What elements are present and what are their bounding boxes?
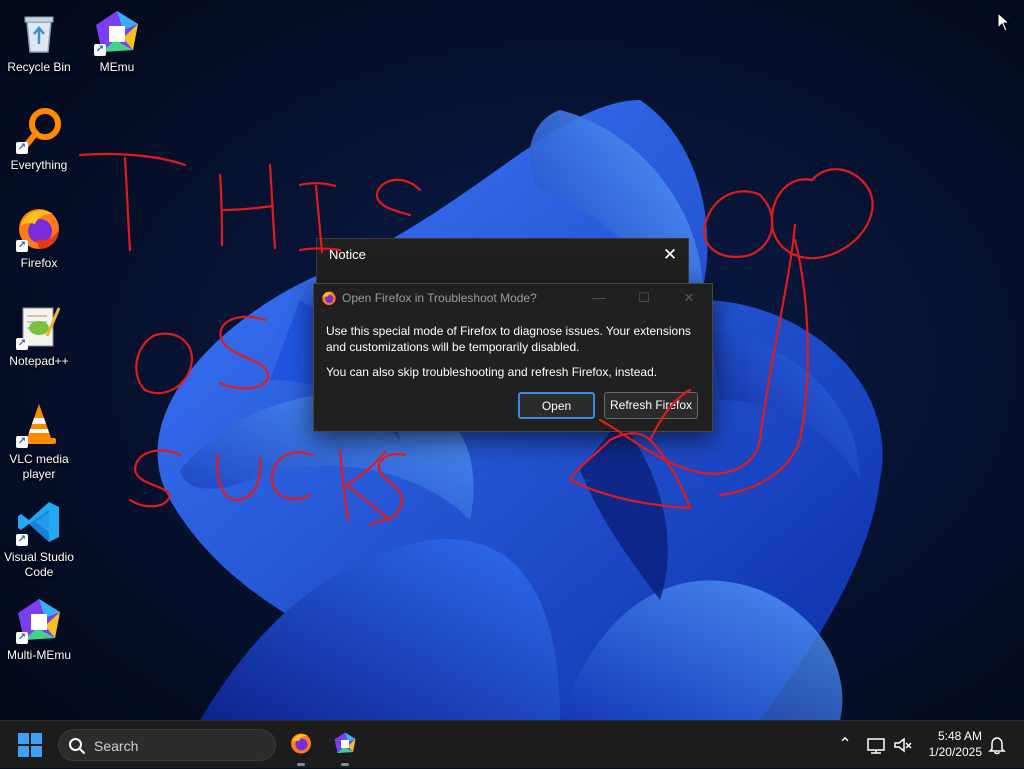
desktop-icon-label: Recycle Bin — [7, 60, 71, 74]
firefox-troubleshoot-dialog: Open Firefox in Troubleshoot Mode? — ☐ ✕… — [313, 283, 713, 432]
taskbar-clock[interactable]: 5:48 AM 1/20/2025 — [918, 728, 982, 760]
maximize-button[interactable]: ☐ — [629, 287, 659, 309]
desktop-icon-label: MEmu — [99, 60, 135, 74]
shortcut-arrow-icon: ↗ — [16, 240, 28, 252]
taskbar-app-firefox[interactable] — [281, 729, 321, 769]
search-icon — [69, 738, 85, 754]
start-button[interactable] — [18, 733, 42, 757]
taskbar-app-memu[interactable] — [325, 729, 365, 769]
firefox-icon — [291, 733, 311, 754]
show-hidden-icons-chevron[interactable]: ⌃ — [833, 733, 857, 757]
clock-time: 5:48 AM — [937, 729, 982, 743]
desktop-icon-everything[interactable]: ↗ Everything — [0, 106, 78, 173]
shortcut-arrow-icon: ↗ — [16, 632, 28, 644]
desktop-icon-firefox[interactable]: ↗ Firefox — [0, 204, 78, 271]
dialog-message-secondary: You can also skip troubleshooting and re… — [326, 365, 658, 379]
recycle-bin-icon — [24, 16, 54, 53]
mouse-cursor-icon — [997, 12, 1011, 32]
shortcut-arrow-icon: ↗ — [16, 534, 28, 546]
minimize-button[interactable]: — — [584, 287, 614, 309]
taskbar-search[interactable]: Search — [58, 729, 276, 761]
bell-icon[interactable] — [987, 733, 1007, 757]
desktop-icon-label: Notepad++ — [9, 354, 69, 368]
desktop-icon-vscode[interactable]: ↗ Visual Studio Code — [0, 498, 78, 580]
running-indicator — [297, 763, 305, 766]
close-button[interactable]: ✕ — [674, 287, 704, 309]
notice-close-button[interactable]: ✕ — [658, 243, 682, 267]
taskbar: Search ⌃ 5:48 AM 1/20/2025 — [0, 720, 1024, 768]
network-icon[interactable] — [866, 733, 888, 757]
memu-icon — [334, 732, 356, 753]
desktop-icon-memu[interactable]: ↗ MEmu — [78, 8, 156, 75]
desktop-icon-label: Visual Studio Code — [4, 550, 74, 579]
running-indicator — [341, 763, 349, 766]
clock-date: 1/20/2025 — [928, 745, 982, 759]
refresh-firefox-button[interactable]: Refresh Firefox — [604, 392, 698, 419]
desktop-icon-multi-memu[interactable]: ↗ Multi-MEmu — [0, 596, 78, 663]
shortcut-arrow-icon: ↗ — [94, 44, 106, 56]
firefox-icon — [322, 291, 336, 305]
dialog-titlebar[interactable]: Open Firefox in Troubleshoot Mode? — ☐ ✕ — [314, 284, 712, 312]
open-button[interactable]: Open — [518, 392, 595, 419]
desktop-icon-vlc[interactable]: ↗ VLC media player — [0, 400, 78, 482]
desktop-icon-notepad-plus-plus[interactable]: ↗ Notepad++ — [0, 302, 78, 369]
dialog-title: Open Firefox in Troubleshoot Mode? — [342, 291, 537, 305]
shortcut-arrow-icon: ↗ — [16, 338, 28, 350]
desktop-icon-recycle-bin[interactable]: Recycle Bin — [0, 8, 78, 75]
desktop-icon-label: VLC media player — [9, 452, 69, 481]
notice-dialog: Notice ✕ — [316, 238, 689, 288]
shortcut-arrow-icon: ↗ — [16, 142, 28, 154]
desktop-icon-label: Firefox — [20, 256, 58, 270]
dialog-message-primary: Use this special mode of Firefox to diag… — [326, 324, 691, 354]
notice-dialog-title: Notice — [329, 247, 366, 262]
desktop-icon-label: Multi-MEmu — [6, 648, 71, 662]
search-placeholder: Search — [94, 738, 139, 754]
volume-muted-icon[interactable] — [892, 733, 914, 757]
shortcut-arrow-icon: ↗ — [16, 436, 28, 448]
desktop-icon-label: Everything — [10, 158, 68, 172]
